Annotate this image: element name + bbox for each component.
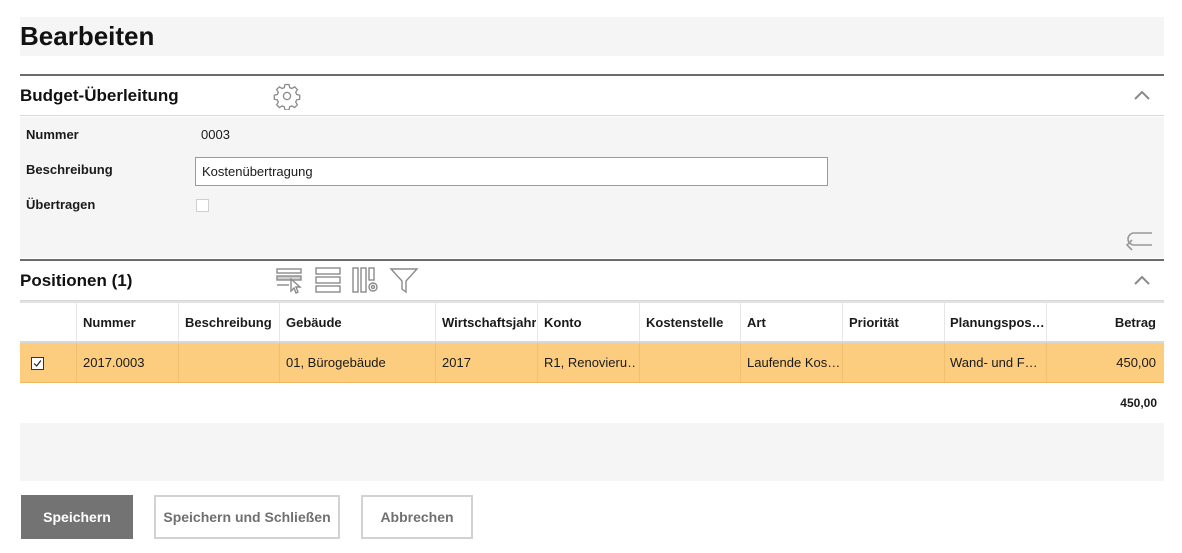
column-header-konto[interactable]: Konto	[544, 315, 634, 330]
positions-table: Nummer Beschreibung Gebäude Wirtschaftsj…	[20, 301, 1164, 383]
column-header-beschreibung[interactable]: Beschreibung	[185, 315, 277, 330]
column-header-gebaeude[interactable]: Gebäude	[286, 315, 431, 330]
budget-section-header[interactable]: Budget-Überleitung	[20, 74, 1164, 116]
cell-gebaeude: 01, Bürogebäude	[286, 355, 386, 370]
gear-icon[interactable]	[273, 82, 301, 110]
column-header-planungsposition[interactable]: Planungspos…	[950, 315, 1044, 330]
cell-wirtschaftsjahr: 2017	[442, 355, 471, 370]
beschreibung-input[interactable]	[195, 157, 828, 186]
table-header: Nummer Beschreibung Gebäude Wirtschaftsj…	[20, 301, 1164, 343]
beschreibung-label: Beschreibung	[26, 162, 113, 177]
row-select-icon[interactable]	[275, 265, 305, 295]
page-header: Bearbeiten	[20, 17, 1164, 56]
table-footer-area	[20, 423, 1164, 481]
chevron-up-icon[interactable]	[1132, 271, 1152, 291]
column-header-art[interactable]: Art	[747, 315, 837, 330]
page-title: Bearbeiten	[20, 21, 155, 51]
chevron-up-icon[interactable]	[1132, 86, 1152, 106]
column-settings-icon[interactable]	[351, 265, 381, 295]
positions-toolbar	[275, 264, 419, 296]
column-header-wirtschaftsjahr[interactable]: Wirtschaftsjahr	[442, 315, 536, 330]
budget-form: Nummer 0003 Beschreibung Übertragen	[20, 117, 1164, 258]
positions-section-title: Positionen (1)	[20, 271, 133, 290]
column-header-betrag[interactable]: Betrag	[1115, 315, 1156, 330]
column-header-nummer[interactable]: Nummer	[83, 315, 173, 330]
cell-nummer: 2017.0003	[83, 355, 145, 370]
column-header-prioritaet[interactable]: Priorität	[849, 315, 939, 330]
cell-art: Laufende Kos…	[747, 355, 839, 370]
nummer-label: Nummer	[26, 127, 79, 142]
column-header-kostenstelle[interactable]: Kostenstelle	[646, 315, 736, 330]
uebertragen-checkbox[interactable]	[196, 199, 209, 212]
positions-section-header[interactable]: Positionen (1)	[20, 259, 1164, 301]
uebertragen-label: Übertragen	[26, 197, 96, 212]
table-total: 450,00	[1120, 396, 1157, 410]
rows-layout-icon[interactable]	[313, 265, 343, 295]
save-and-close-button[interactable]: Speichern und Schließen	[154, 495, 340, 539]
cancel-button[interactable]: Abbrechen	[361, 495, 473, 539]
return-arrow-icon[interactable]	[1126, 229, 1154, 251]
budget-section-title: Budget-Überleitung	[20, 86, 179, 105]
table-row[interactable]: 2017.0003 01, Bürogebäude 2017 R1, Renov…	[20, 343, 1164, 383]
row-checkbox[interactable]	[31, 357, 44, 370]
cell-konto: R1, Renovieru…	[544, 355, 636, 370]
nummer-value: 0003	[201, 127, 230, 142]
save-button[interactable]: Speichern	[21, 495, 133, 539]
filter-icon[interactable]	[389, 265, 419, 295]
cell-planungsposition: Wand- und F…	[950, 355, 1038, 370]
cell-betrag: 450,00	[1116, 355, 1156, 370]
